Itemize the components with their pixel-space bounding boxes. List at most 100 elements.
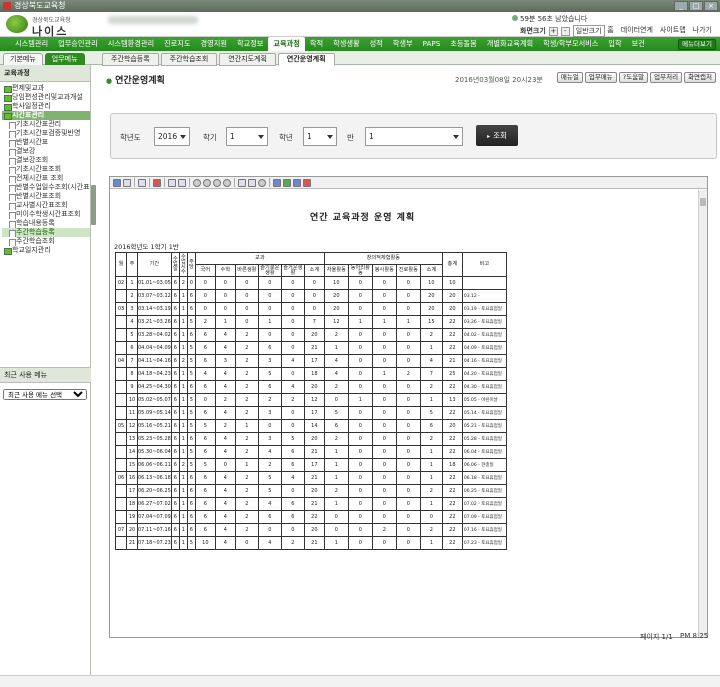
month-cell xyxy=(115,406,127,420)
topnav-item[interactable]: 입학 xyxy=(603,37,626,51)
link-exit[interactable]: 나가기 xyxy=(693,25,712,35)
tree-item[interactable]: 기초시간표관리 xyxy=(2,120,90,129)
fit-width-icon[interactable] xyxy=(238,178,246,187)
tree-item[interactable]: 전체시간표 조회 xyxy=(2,174,90,183)
tree-item[interactable]: 반별수업일수조회(시간표) xyxy=(2,183,90,192)
first-page-icon[interactable] xyxy=(193,178,201,187)
minimize-icon[interactable]: _ xyxy=(674,1,688,11)
tree-folder[interactable]: 당임편성관리및교과개설 xyxy=(2,93,90,102)
search-icon[interactable] xyxy=(138,178,146,187)
link-data-link[interactable]: 데이터연계 xyxy=(621,25,653,35)
tree-item[interactable]: 반별시간표 xyxy=(2,138,90,147)
maximize-icon[interactable]: □ xyxy=(689,1,703,11)
viewer-scrollbar[interactable] xyxy=(698,190,707,637)
count-cell: 5 xyxy=(194,458,216,472)
topnav-item[interactable]: 시스템관리 xyxy=(10,37,53,51)
days-cell: 2 xyxy=(178,276,188,290)
tree-folder[interactable]: 학사일정관리 xyxy=(2,102,90,111)
capture-button[interactable]: 화면캡처 xyxy=(684,72,716,83)
save-icon[interactable] xyxy=(113,178,121,187)
topnav-item[interactable]: 학생부 xyxy=(388,37,418,51)
week-cell: 7 xyxy=(126,354,138,368)
next-page-icon[interactable] xyxy=(213,178,221,187)
more-menu-button[interactable]: 메뉴더보기 xyxy=(678,39,716,50)
word-export-icon[interactable] xyxy=(293,178,301,187)
report-page: 연간 교육과정 운영 계획 2016학년도 1학기 1반 월 주 기간 수업일 … xyxy=(110,190,698,637)
semester-select[interactable]: 1 xyxy=(226,127,268,146)
tree-item[interactable]: 결보강 xyxy=(2,147,90,156)
tree-item[interactable]: 학습내용등록 xyxy=(2,219,90,228)
tree-item[interactable]: 미이수학생시간표조회 xyxy=(2,210,90,219)
grade-select[interactable]: 1 xyxy=(303,127,337,146)
topnav-item[interactable]: 학생생활 xyxy=(328,37,364,51)
tree-folder[interactable]: 학교일지관리 xyxy=(2,246,90,255)
total-cell: 20 xyxy=(441,302,463,316)
last-page-icon[interactable] xyxy=(223,178,231,187)
refresh-icon[interactable] xyxy=(258,178,266,187)
count-cell: 0 xyxy=(371,484,397,498)
tree-item[interactable]: 결보강조회 xyxy=(2,156,90,165)
tree-item[interactable]: 반별시간표조회 xyxy=(2,192,90,201)
excel-export-icon[interactable] xyxy=(283,178,291,187)
topnav-item[interactable]: 학생/학부모서비스 xyxy=(538,37,603,51)
link-sitemap[interactable]: 사이트맵 xyxy=(660,25,686,35)
topnav-item[interactable]: 학적 xyxy=(305,37,328,51)
topnav-item[interactable]: 교육과정 xyxy=(268,37,305,51)
tree-item[interactable]: 기초시간표조회 xyxy=(2,165,90,174)
link-home[interactable]: 홈 xyxy=(607,25,613,35)
class-select[interactable]: 1 xyxy=(365,127,463,146)
print-icon[interactable] xyxy=(123,178,131,187)
header-subject-group: 교과 xyxy=(194,252,325,265)
tree-item[interactable]: 교사별시간표조회 xyxy=(2,201,90,210)
count-cell: 0 xyxy=(371,328,397,342)
export-icon[interactable] xyxy=(153,178,161,187)
topnav-item[interactable]: 성적 xyxy=(365,37,388,51)
lookup-button[interactable]: 조회 xyxy=(476,125,518,146)
topnav-item[interactable]: 업무승인관리 xyxy=(53,37,103,51)
page-timestamp: 2016년03월08일 20시23분 xyxy=(455,76,543,84)
count-cell: 0 xyxy=(371,406,397,420)
week-cell: 19 xyxy=(126,510,138,524)
pdf-export-icon[interactable] xyxy=(303,178,311,187)
zoom-in-icon[interactable] xyxy=(168,178,176,187)
zoom-in-button[interactable]: + xyxy=(548,26,558,36)
zoom-out-button[interactable]: - xyxy=(560,26,570,36)
count-cell: 0 xyxy=(371,432,397,446)
table-row: 07 20 07.11~07.16 6 1 6 6 4 2 0 0 20 0 0 2 0 2 22 07.16 - … xyxy=(115,523,507,537)
days-cell: 1 xyxy=(178,484,188,498)
tree-item[interactable]: 주간학습조회 xyxy=(2,237,90,246)
process-button[interactable]: 업무처리 xyxy=(650,72,683,83)
count-cell: 0 xyxy=(347,380,373,394)
total-cell: 22 xyxy=(441,380,463,394)
zoom-select[interactable]: 일반크기 xyxy=(572,25,605,37)
fit-page-icon[interactable] xyxy=(248,178,256,187)
tree-item[interactable]: 기초시간표검증및반영 xyxy=(2,129,90,138)
year-select[interactable]: 2016 xyxy=(154,127,190,146)
tree-folder[interactable]: 편제및교과 xyxy=(2,84,90,93)
topnav-item[interactable]: 시스템환경관리 xyxy=(103,37,159,51)
sidebar-heading: 교육과정 xyxy=(0,65,90,82)
note-cell: 04.02 - 토요휴업일 xyxy=(461,328,507,342)
tree-item[interactable]: 주간학습등록 xyxy=(2,228,90,237)
help-button[interactable]: ?도움말 xyxy=(618,72,649,83)
topnav-item[interactable]: 경영지원 xyxy=(196,37,232,51)
topnav-item[interactable]: 개별화교육계획 xyxy=(482,37,538,51)
tree-folder[interactable]: 시간표관리 xyxy=(2,111,90,120)
close-icon[interactable]: × xyxy=(704,1,718,11)
total-cell: 22 xyxy=(441,523,463,537)
topnav-item[interactable]: 초등돌봄 xyxy=(445,37,481,51)
work-menu-button[interactable]: 업무매뉴 xyxy=(584,72,617,83)
topnav-item[interactable]: 학교정보 xyxy=(232,37,268,51)
count-cell: 3 xyxy=(257,432,282,446)
count-cell: 0 xyxy=(234,276,259,290)
sidebar-splitter[interactable] xyxy=(91,185,96,225)
topnav-item[interactable]: 보건 xyxy=(627,37,650,51)
topnav-item[interactable]: 진로지도 xyxy=(159,37,195,51)
period-cell: 07.04~07.09 xyxy=(137,510,172,524)
hwp-export-icon[interactable] xyxy=(273,178,281,187)
prev-page-icon[interactable] xyxy=(203,178,211,187)
topnav-item[interactable]: PAPS xyxy=(418,37,446,51)
recent-menu-select[interactable]: 최근 사용 메뉴 선택 xyxy=(3,389,87,400)
zoom-out-icon[interactable] xyxy=(178,178,186,187)
manual-button[interactable]: 매뉴얼 xyxy=(556,72,583,83)
